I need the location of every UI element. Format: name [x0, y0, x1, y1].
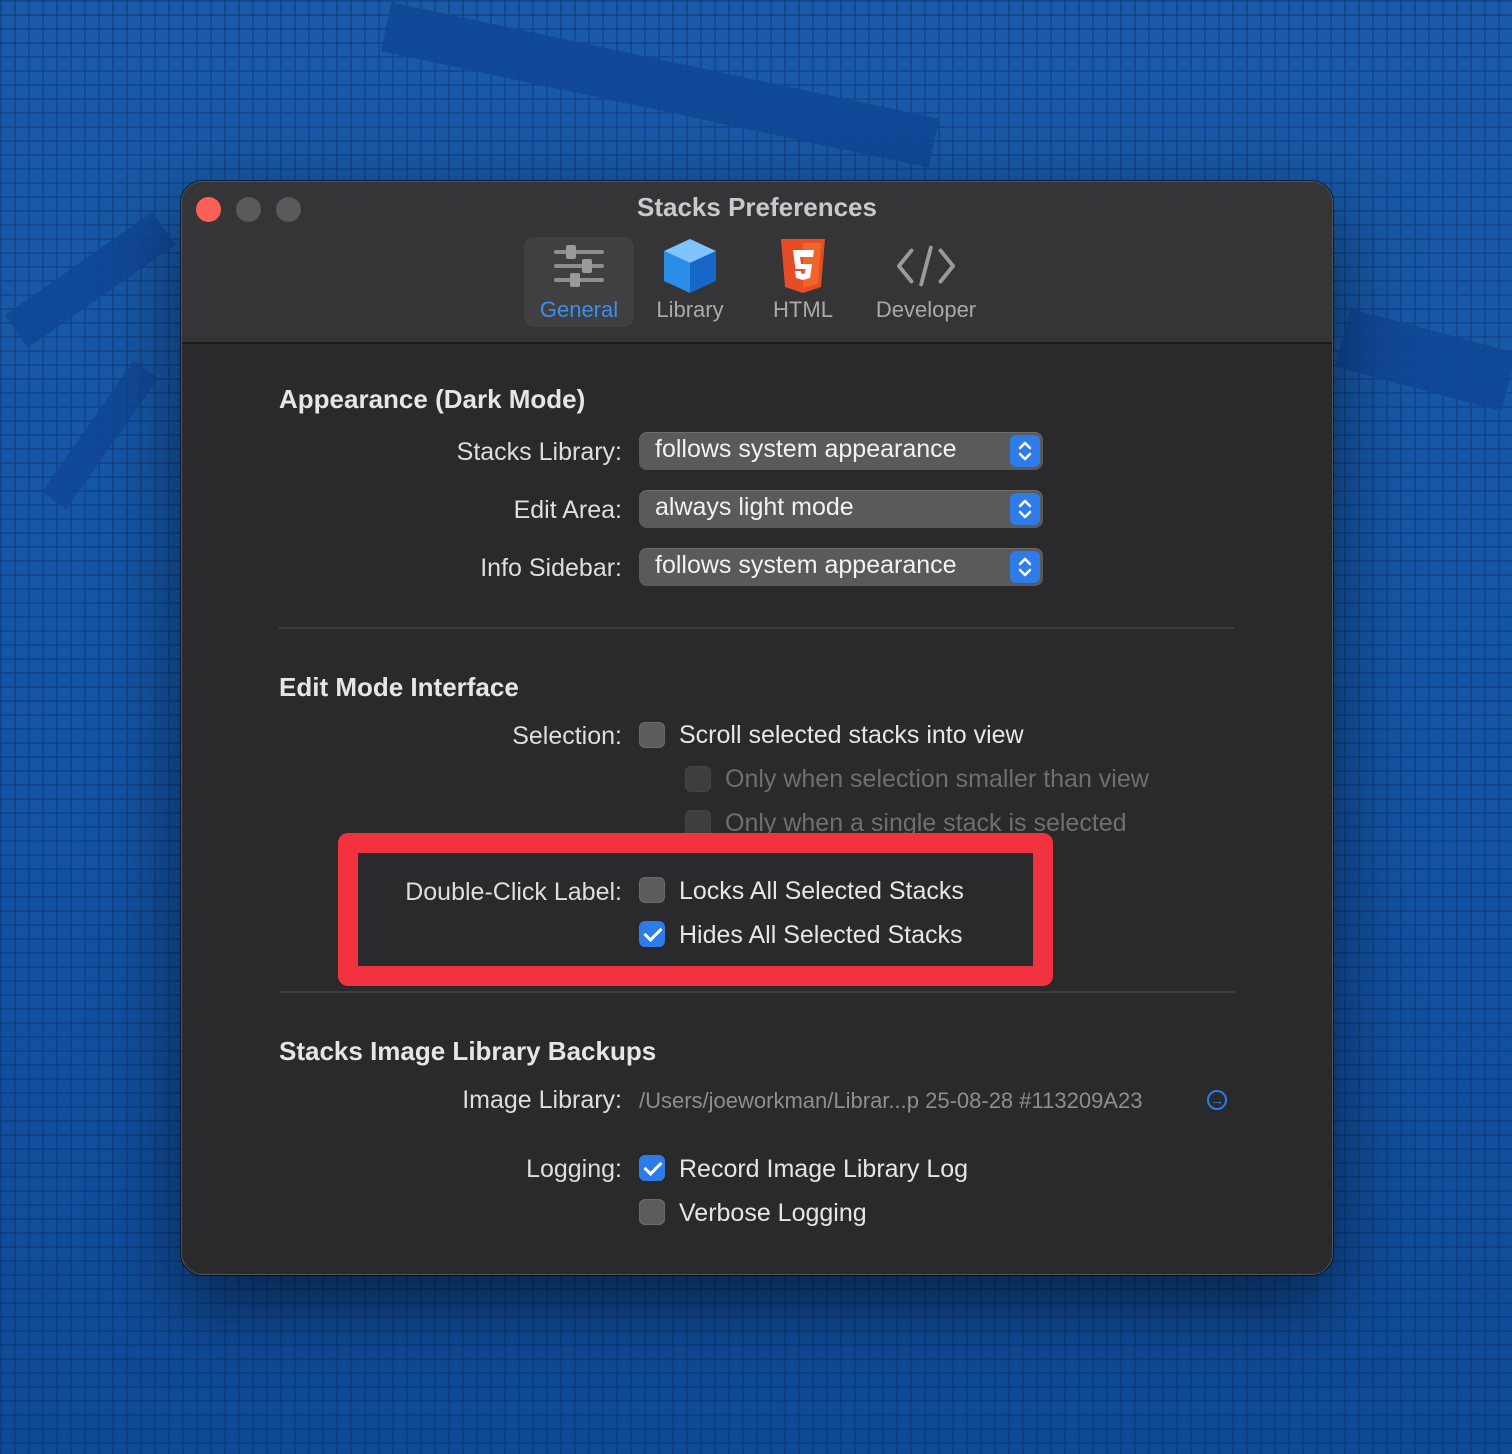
window-title: Stacks Preferences — [637, 192, 877, 222]
only-smaller-checkbox[interactable] — [685, 766, 711, 792]
tab-library-label: Library — [656, 297, 724, 322]
hides-all-label: Hides All Selected Stacks — [679, 921, 963, 949]
backups-heading: Stacks Image Library Backups — [279, 1036, 657, 1066]
double-click-label: Double-Click Label: — [405, 878, 622, 906]
selection-label: Selection: — [512, 722, 622, 750]
info-sidebar-label: Info Sidebar: — [480, 554, 622, 582]
tab-developer[interactable]: Developer — [866, 237, 986, 327]
tab-html-label: HTML — [773, 297, 833, 322]
sliders-icon — [549, 237, 609, 295]
edit-area-popup[interactable]: always light mode — [639, 490, 1043, 528]
tab-general[interactable]: General — [524, 237, 634, 327]
appearance-heading: Appearance (Dark Mode) — [279, 384, 586, 414]
image-library-label: Image Library: — [462, 1086, 622, 1114]
stacks-library-label: Stacks Library: — [456, 438, 622, 466]
verbose-logging-label: Verbose Logging — [679, 1199, 867, 1227]
edit-area-label: Edit Area: — [513, 496, 622, 524]
section-divider — [279, 627, 1235, 629]
chevron-updown-icon — [1010, 493, 1040, 525]
general-pane: Appearance (Dark Mode) Stacks Library: f… — [182, 344, 1332, 1274]
html5-icon — [773, 237, 833, 295]
code-icon — [896, 237, 956, 295]
hides-all-checkbox[interactable] — [639, 921, 665, 947]
tab-html[interactable]: HTML — [758, 237, 848, 327]
record-log-label: Record Image Library Log — [679, 1155, 969, 1183]
image-library-path: /Users/joeworkman/Librar...p 25-08-28 #1… — [639, 1088, 1143, 1113]
edit-area-value: always light mode — [655, 493, 854, 521]
info-sidebar-value: follows system appearance — [655, 551, 957, 579]
tab-general-label: General — [539, 297, 619, 322]
edit-mode-heading: Edit Mode Interface — [279, 672, 519, 702]
verbose-logging-checkbox[interactable] — [639, 1199, 665, 1225]
preferences-window: Stacks Preferences General Library HTML … — [181, 181, 1333, 1275]
only-single-checkbox[interactable] — [685, 810, 711, 836]
scroll-into-view-label: Scroll selected stacks into view — [679, 721, 1024, 749]
stacks-library-value: follows system appearance — [655, 435, 957, 463]
only-smaller-label: Only when selection smaller than view — [725, 765, 1149, 793]
locks-all-label: Locks All Selected Stacks — [679, 877, 964, 905]
info-sidebar-popup[interactable]: follows system appearance — [639, 548, 1043, 586]
section-divider — [279, 991, 1235, 993]
tab-developer-label: Developer — [875, 297, 977, 322]
record-log-checkbox[interactable] — [639, 1155, 665, 1181]
scroll-into-view-checkbox[interactable] — [639, 722, 665, 748]
tab-library[interactable]: Library — [642, 237, 738, 327]
stacks-library-popup[interactable]: follows system appearance — [639, 432, 1043, 470]
locks-all-checkbox[interactable] — [639, 877, 665, 903]
reveal-arrow-icon[interactable]: → — [1207, 1090, 1227, 1110]
title-bar: Stacks Preferences General Library HTML … — [182, 182, 1332, 344]
only-single-label: Only when a single stack is selected — [725, 809, 1127, 837]
logging-label: Logging: — [526, 1155, 622, 1183]
chevron-updown-icon — [1010, 551, 1040, 583]
cube-icon — [660, 237, 720, 295]
chevron-updown-icon — [1010, 435, 1040, 467]
